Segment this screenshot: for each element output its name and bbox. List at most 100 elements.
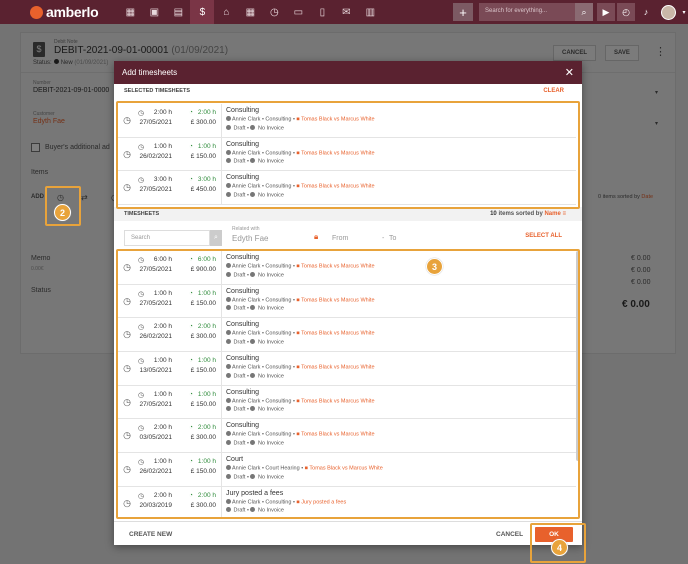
to-date-input[interactable]: To (389, 235, 396, 242)
duration-cell: ◷ 2:00 h 03/05/2021 (136, 419, 172, 452)
create-new-button[interactable]: CREATE NEW (129, 531, 172, 538)
timesheet-row[interactable]: ◷ ◷ 2:00 h 27/05/2021 ◔ 2:00 h £ 300.00 Consult… (118, 104, 576, 138)
timesheet-row[interactable]: ◷ ◷ 2:00 h 03/05/2021 ◔ 2:00 h £ 300.00 Consult… (118, 419, 576, 454)
time-icon: ◷ (138, 324, 145, 332)
close-icon[interactable]: ✕ (565, 66, 574, 79)
clear-button[interactable]: CLEAR (543, 88, 564, 94)
chevron-down-icon[interactable]: ▾ (680, 3, 688, 21)
sort-field[interactable]: Name (544, 211, 560, 217)
time-icon: ◷ (138, 391, 145, 399)
document-icon[interactable]: ▯ (310, 0, 334, 24)
matter-link[interactable]: Tomas Black vs Marcus White (301, 398, 374, 404)
timesheet-meta: Annie Clark • Consulting • ■ Tomas Black… (226, 116, 375, 123)
invoice-status-icon (250, 305, 256, 311)
related-with-field[interactable]: Edyth Fae (232, 234, 268, 243)
timesheet-row[interactable]: ◷ ◷ 1:00 h 26/02/2021 ◔ 1:00 h £ 150.00 Court An… (118, 453, 576, 487)
play-icon[interactable]: ▶ (597, 3, 615, 21)
search-icon[interactable]: ⌕ (575, 3, 593, 21)
timesheet-row[interactable]: ◷ ◷ 2:00 h 20/03/2019 ◔ 2:00 h £ 300.00 Jury po… (118, 486, 576, 517)
from-date-input[interactable]: From (332, 235, 348, 242)
description-cell: Consulting Annie Clark • Consulting • ■ T… (222, 285, 375, 318)
mail-icon[interactable]: ✉ (334, 0, 358, 24)
lock-icon[interactable]: 🔒︎ (314, 232, 318, 242)
timesheet-meta: Annie Clark • Consulting • ■ Tomas Black… (226, 183, 375, 190)
timesheet-row[interactable]: ◷ ◷ 1:00 h 27/05/2021 ◔ 1:00 h £ 150.00 Consult… (118, 385, 576, 420)
invoice-status-icon (250, 124, 256, 130)
clock-icon: ◷ (123, 182, 131, 193)
matter-link[interactable]: Tomas Black vs Marcus White (301, 365, 374, 371)
select-all-button[interactable]: SELECT ALL (525, 233, 562, 239)
matter-link[interactable]: Tomas Black vs Marcus White (301, 297, 374, 303)
matter-link[interactable]: Tomas Black vs Marcus White (301, 264, 374, 270)
description-cell: Jury posted a fees Annie Clark • Consulti… (222, 487, 346, 517)
timesheet-activity: Consulting (265, 263, 292, 270)
related-with-label: Related with (232, 226, 260, 232)
top-bar-right: + Search for everything... ⌕ ▶ ◴ ♪ ▾ (453, 0, 688, 24)
timesheet-state: Draft (233, 339, 246, 346)
invoice-status-icon (250, 372, 256, 378)
timesheet-activity: Consulting (265, 364, 292, 371)
notification-bell-icon[interactable]: ♪ (637, 3, 655, 21)
timesheet-status: Draft • No Invoice (226, 439, 375, 446)
bank-icon[interactable]: ⌂ (214, 0, 238, 24)
entry-date: 27/05/2021 (139, 299, 172, 307)
briefcase-icon: ■ (296, 398, 300, 405)
timesheet-user: Annie Clark (232, 398, 261, 405)
cancel-button[interactable]: CANCEL (496, 531, 523, 538)
matter-link[interactable]: Tomas Black vs Marcus White (301, 150, 374, 156)
user-icon (226, 263, 231, 268)
matter-link[interactable]: Tomas Black vs Marcus White (301, 331, 374, 337)
invoice-status-icon (250, 271, 256, 277)
dashboard-icon[interactable]: ▦ (118, 0, 142, 24)
matter-link[interactable]: Tomas Black vs Marcus White (301, 184, 374, 190)
matters-icon[interactable]: ▤ (166, 0, 190, 24)
invoice-status: No Invoice (257, 373, 284, 380)
timesheet-state: Draft (233, 474, 246, 481)
matter-link[interactable]: Tomas Black vs Marcus White (301, 117, 374, 123)
timer-icon[interactable]: ◷ (262, 0, 286, 24)
contacts-icon[interactable]: ▣ (142, 0, 166, 24)
sort-direction-icon[interactable]: ≡ (562, 211, 566, 217)
search-icon[interactable]: ⌕ (210, 230, 222, 246)
app-logo[interactable]: amberlo (30, 4, 99, 20)
timesheet-meta: Annie Clark • Consulting • ■ Tomas Black… (226, 330, 375, 337)
amount: £ 150.00 (190, 400, 216, 408)
matter-link[interactable]: Tomas Black vs Marcus White (301, 432, 374, 438)
user-avatar[interactable] (661, 4, 676, 20)
draft-status-icon (226, 507, 231, 513)
time-icon: ◷ (138, 143, 145, 151)
add-new-button[interactable]: + (453, 3, 473, 21)
stopwatch-icon[interactable]: ◴ (617, 3, 635, 21)
timesheet-meta: Annie Clark • Consulting • ■ Tomas Black… (226, 296, 375, 304)
entry-date: 27/05/2021 (139, 186, 172, 194)
timesheet-row[interactable]: ◷ ◷ 1:00 h 26/02/2021 ◔ 1:00 h £ 150.00 Consult… (118, 137, 576, 172)
reports-icon[interactable]: ▥ (358, 0, 382, 24)
timesheet-row[interactable]: ◷ ◷ 2:00 h 26/02/2021 ◔ 2:00 h £ 300.00 Consult… (118, 318, 576, 353)
briefcase-icon: ■ (296, 364, 300, 371)
timesheet-status: Draft • No Invoice (226, 507, 346, 514)
matter-link[interactable]: Jury posted a fees (301, 499, 346, 505)
briefcase-icon: ■ (296, 183, 300, 190)
timesheet-search-input[interactable]: Search (124, 230, 210, 246)
timesheet-row[interactable]: ◷ ◷ 1:00 h 27/05/2021 ◔ 1:00 h £ 150.00 Consult… (118, 284, 576, 319)
timesheet-meta: Annie Clark • Consulting • ■ Jury posted… (226, 498, 346, 506)
user-icon (226, 183, 231, 189)
folder-icon[interactable]: ▭ (286, 0, 310, 24)
timesheet-user: Annie Clark (232, 297, 261, 304)
scrollbar[interactable] (576, 251, 580, 461)
calendar-icon[interactable]: ▦ (238, 0, 262, 24)
billing-icon[interactable]: $ (190, 0, 215, 24)
global-search-input[interactable]: Search for everything... (479, 3, 575, 21)
timesheet-state: Draft (233, 272, 246, 278)
timesheet-row[interactable]: ◷ ◷ 6:00 h 27/05/2021 ◔ 6:00 h £ 900.00 Consult… (118, 251, 576, 285)
money-icon: ◔ (188, 491, 193, 499)
matter-link[interactable]: Tomas Black vs Marcus White (309, 466, 382, 472)
amount: £ 150.00 (190, 468, 216, 476)
invoice-status-icon (250, 473, 256, 479)
entry-date: 26/02/2021 (139, 152, 172, 160)
timesheet-row[interactable]: ◷ ◷ 1:00 h 13/05/2021 ◔ 1:00 h £ 150.00 Consult… (118, 352, 576, 386)
timesheet-status: Draft • No Invoice (226, 473, 383, 481)
timesheet-row[interactable]: ◷ ◷ 3:00 h 27/05/2021 ◔ 3:00 h £ 450.00 Consult… (118, 171, 576, 206)
briefcase-icon: ■ (296, 499, 300, 506)
timesheet-status: Draft • No Invoice (226, 305, 375, 312)
